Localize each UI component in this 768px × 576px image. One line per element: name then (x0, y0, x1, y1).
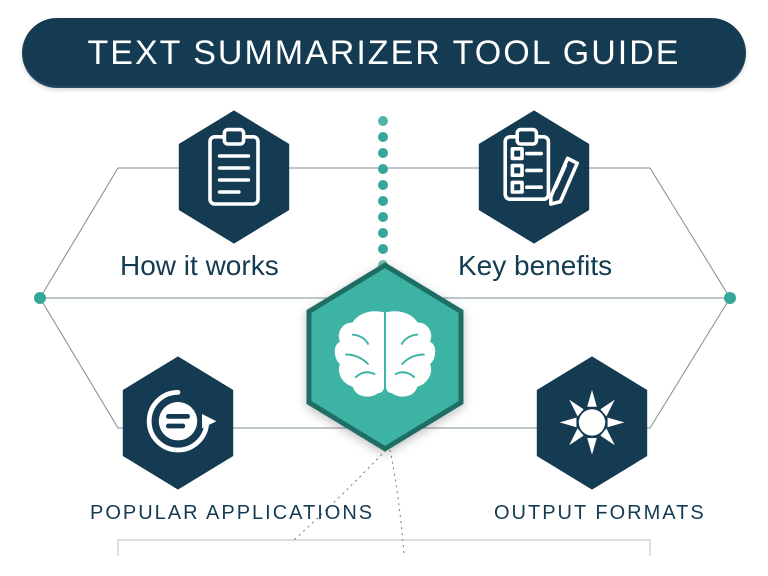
label-output-formats: OUTPUT FORMATS (494, 502, 706, 525)
label-popular-applications: POPULAR APPLICATIONS (90, 502, 374, 525)
page-title: TEXT SUMMARIZER TOOL GUIDE (22, 18, 746, 88)
hex-how-it-works (174, 108, 294, 246)
vertical-dots (378, 116, 388, 286)
hex-key-benefits (474, 108, 594, 246)
hex-popular-applications (118, 354, 238, 492)
hex-center-brain (302, 262, 468, 452)
connector-node-right (724, 292, 736, 304)
label-key-benefits: Key benefits (458, 250, 612, 282)
sun-gear-icon (560, 390, 625, 455)
connector-node-left (34, 292, 46, 304)
hex-output-formats (532, 354, 652, 492)
brain-icon (334, 310, 436, 397)
label-how-it-works: How it works (120, 250, 279, 282)
